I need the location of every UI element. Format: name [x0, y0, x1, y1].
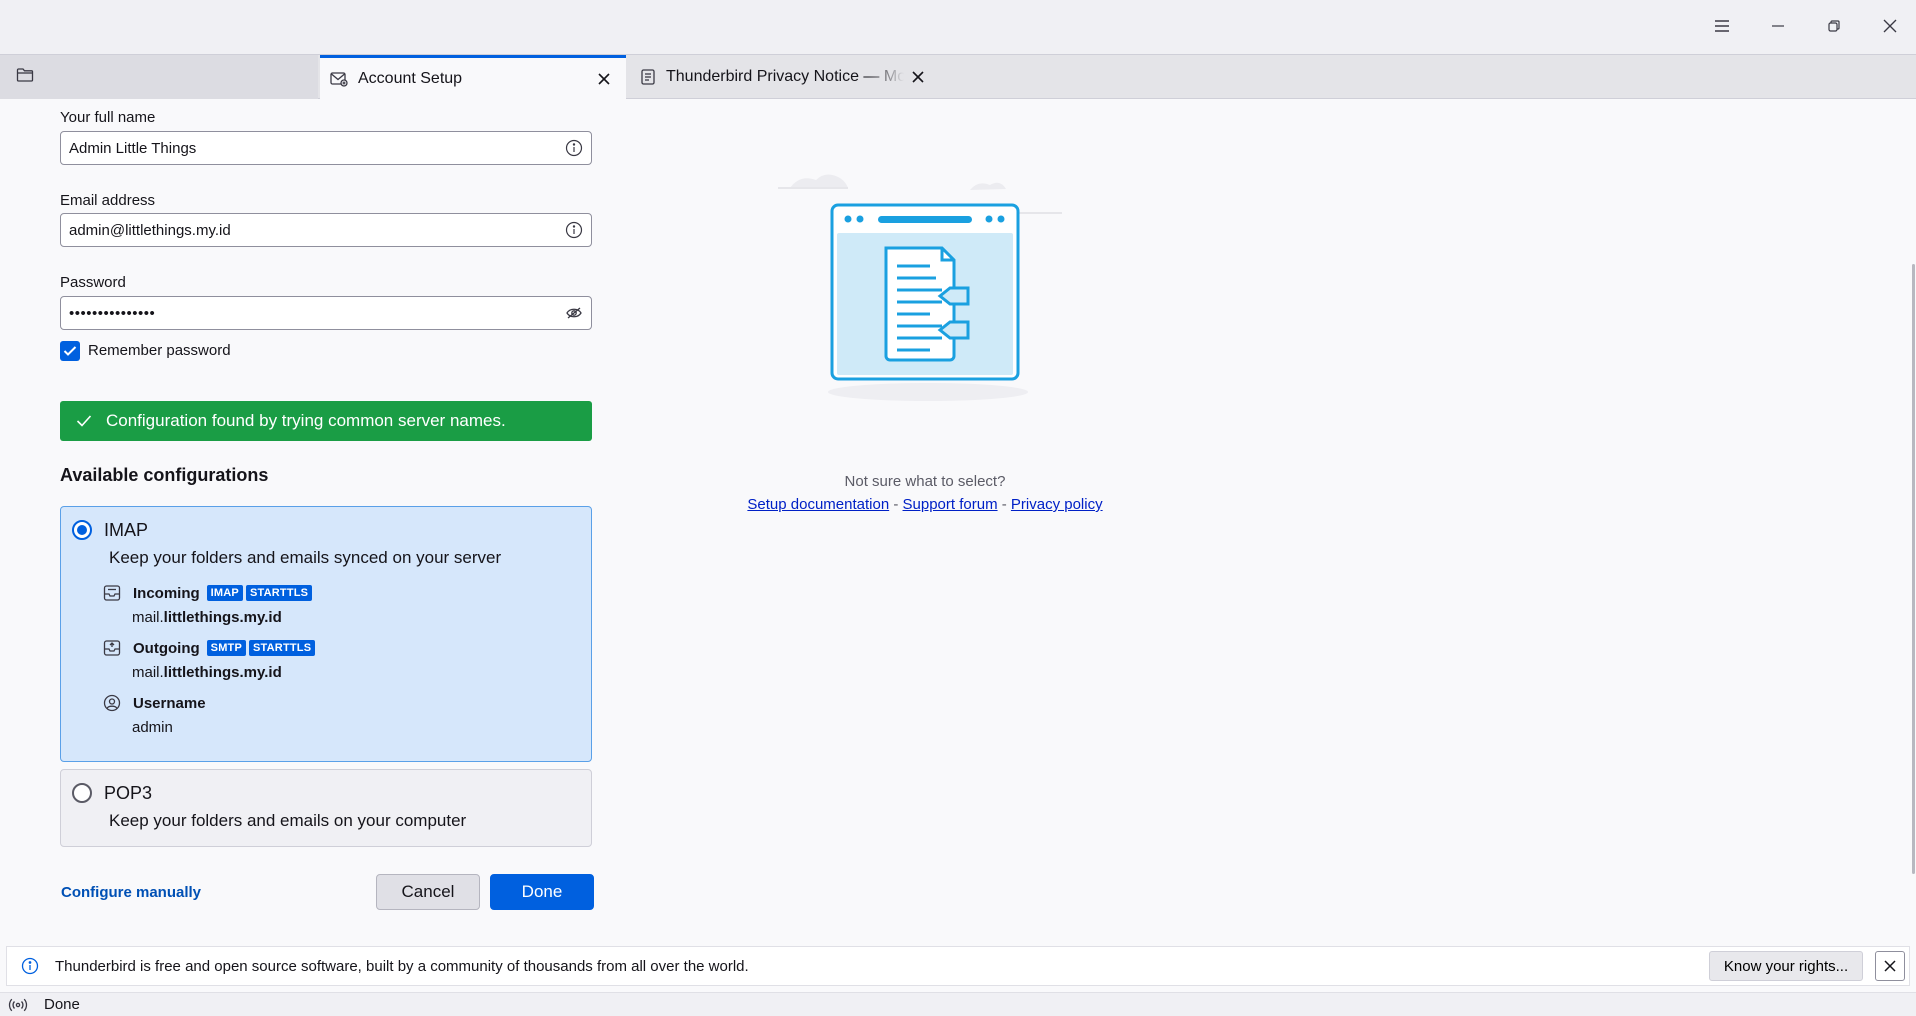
pop3-radio[interactable] [72, 783, 92, 803]
cancel-button[interactable]: Cancel [376, 874, 480, 910]
check-icon [76, 414, 92, 428]
online-status-icon[interactable] [8, 998, 28, 1012]
outgoing-row: Outgoing SMTP STARTTLS [103, 639, 316, 657]
link-separator: - [997, 496, 1011, 513]
email-input[interactable] [61, 214, 557, 246]
tab-bar: Account Setup Thunderbird Privacy Notice… [0, 54, 1916, 99]
user-icon [103, 694, 125, 712]
title-bar [0, 0, 1916, 54]
info-icon [21, 957, 39, 975]
done-button[interactable]: Done [490, 874, 594, 910]
protocol-badge: SMTP [206, 640, 247, 656]
hamburger-menu-icon[interactable] [1702, 8, 1742, 44]
banner-text: Configuration found by trying common ser… [106, 411, 506, 430]
outbox-icon [103, 639, 125, 657]
folder-icon [16, 67, 34, 88]
configure-manually-link[interactable]: Configure manually [61, 884, 201, 901]
tab-folders[interactable] [0, 55, 318, 99]
mail-setup-icon [330, 71, 348, 87]
security-badge: STARTTLS [249, 640, 316, 656]
tab-close-icon[interactable] [904, 63, 932, 91]
config-description: Keep your folders and emails on your com… [109, 811, 467, 830]
email-label: Email address [60, 192, 156, 209]
password-field[interactable] [60, 296, 592, 330]
protocol-badge: IMAP [206, 585, 243, 601]
config-name: POP3 [104, 783, 153, 803]
tab-label: Account Setup [358, 69, 463, 87]
info-icon[interactable] [557, 221, 591, 239]
username-row: Username [103, 694, 210, 712]
outgoing-host: mail.littlethings.my.id [132, 664, 282, 681]
know-your-rights-button[interactable]: Know your rights... [1709, 951, 1863, 981]
close-icon[interactable] [1875, 951, 1905, 981]
setup-illustration [770, 160, 1070, 410]
inbox-icon [103, 584, 125, 602]
setup-documentation-link[interactable]: Setup documentation [747, 496, 889, 513]
full-name-field[interactable] [60, 131, 592, 165]
link-separator: - [889, 496, 903, 513]
document-icon [640, 69, 656, 85]
security-badge: STARTTLS [245, 585, 313, 601]
password-label: Password [60, 274, 126, 291]
minimize-icon[interactable] [1758, 8, 1798, 44]
help-links: Setup documentation - Support forum - Pr… [700, 496, 1150, 513]
info-icon[interactable] [557, 139, 591, 157]
support-forum-link[interactable]: Support forum [903, 496, 998, 513]
tab-label: Thunderbird Privacy Notice — Mozilla [666, 68, 904, 85]
status-text: Done [44, 996, 80, 1013]
email-field[interactable] [60, 213, 592, 247]
config-name: IMAP [104, 520, 149, 540]
config-option-imap[interactable]: IMAP Keep your folders and emails synced… [60, 506, 592, 762]
username-label: Username [133, 694, 206, 712]
full-name-label: Your full name [60, 109, 156, 126]
status-bar: Done [0, 992, 1916, 1016]
imap-radio[interactable] [72, 520, 92, 540]
eye-hidden-icon[interactable] [557, 306, 591, 320]
privacy-policy-link[interactable]: Privacy policy [1011, 496, 1103, 513]
tab-privacy-notice[interactable]: Thunderbird Privacy Notice — Mozilla [630, 55, 940, 99]
scrollbar[interactable] [1912, 264, 1915, 874]
tab-close-icon[interactable] [590, 65, 618, 93]
tab-account-setup[interactable]: Account Setup [320, 55, 626, 99]
notification-text: Thunderbird is free and open source soft… [55, 957, 749, 975]
incoming-label: Incoming [133, 584, 200, 602]
config-description: Keep your folders and emails synced on y… [109, 548, 502, 567]
help-question: Not sure what to select? [844, 473, 1006, 490]
config-found-banner: Configuration found by trying common ser… [60, 401, 592, 441]
incoming-row: Incoming IMAP STARTTLS [103, 584, 313, 602]
config-option-pop3[interactable]: POP3 Keep your folders and emails on you… [60, 769, 592, 847]
full-name-input[interactable] [61, 132, 557, 164]
password-input[interactable] [61, 297, 557, 329]
notification-bar: Thunderbird is free and open source soft… [6, 946, 1910, 986]
username-value: admin [132, 719, 173, 736]
remember-password-label[interactable]: Remember password [88, 342, 231, 359]
outgoing-label: Outgoing [133, 639, 200, 657]
available-configurations-title: Available configurations [60, 465, 269, 485]
restore-icon[interactable] [1814, 8, 1854, 44]
remember-password-checkbox[interactable] [60, 341, 80, 361]
close-icon[interactable] [1870, 8, 1910, 44]
incoming-host: mail.littlethings.my.id [132, 609, 282, 626]
